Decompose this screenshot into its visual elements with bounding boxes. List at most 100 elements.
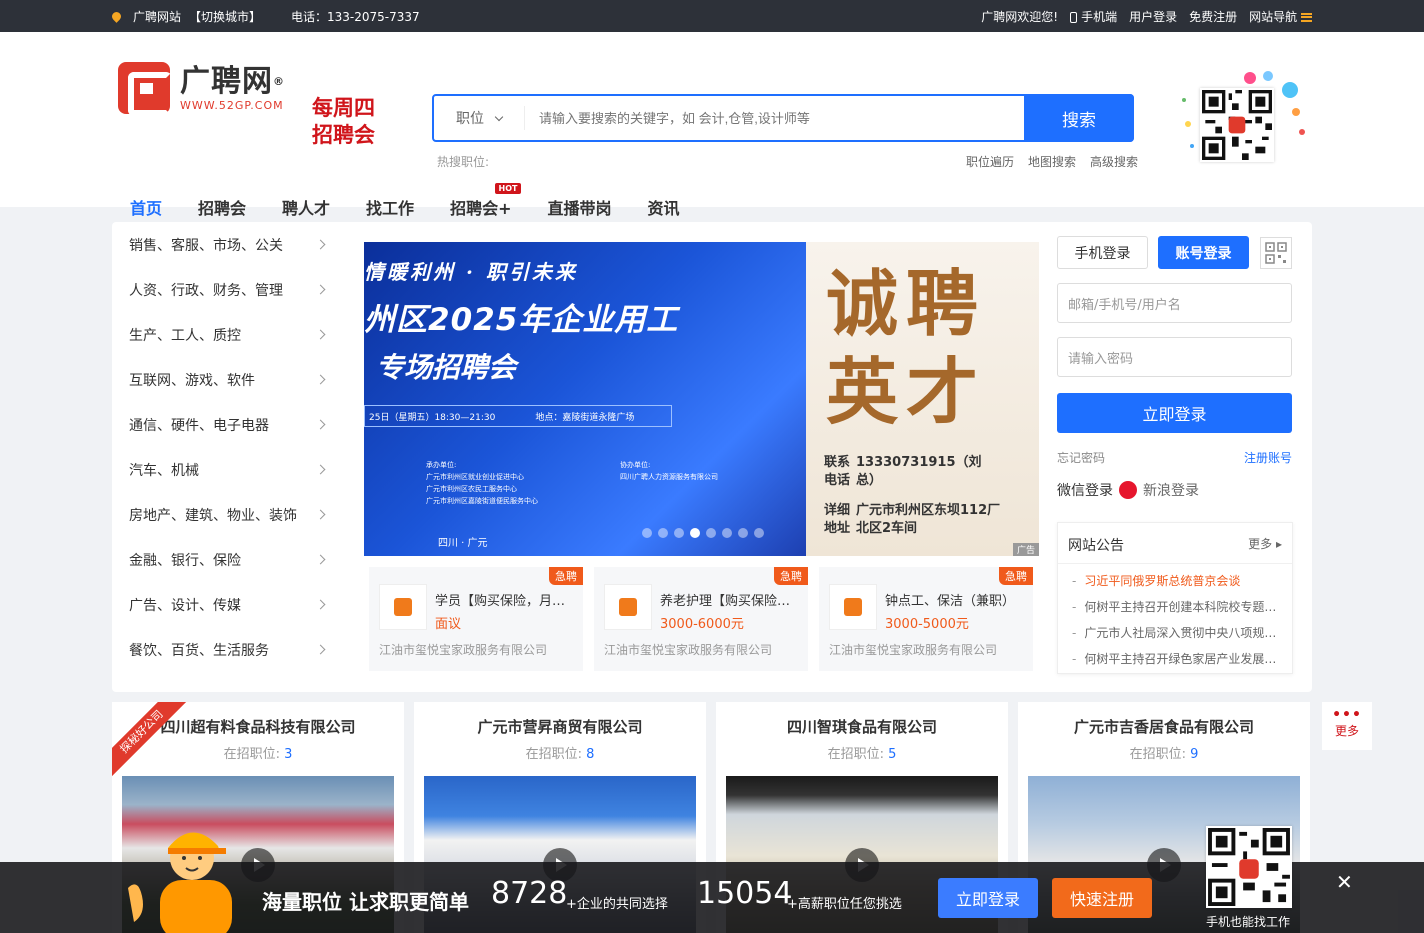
- job-title: 学员【购买保险，月休4天】: [435, 594, 575, 609]
- company-logo: [379, 584, 427, 630]
- job-browse-link[interactable]: 职位遍历: [966, 153, 1014, 170]
- header-qr-area: [1178, 68, 1308, 168]
- map-search-link[interactable]: 地图搜索: [1028, 153, 1076, 170]
- category-item[interactable]: 广告、设计、传媒: [112, 582, 342, 627]
- job-card[interactable]: 急聘 养老护理【购买保险，月休4天】 3000-6000元 江油市玺悦宝家政服务…: [594, 567, 808, 671]
- username-field[interactable]: 邮箱/手机号/用户名: [1057, 283, 1292, 323]
- carousel-dots: [642, 528, 764, 538]
- wechat-login-link[interactable]: 微信登录: [1057, 480, 1113, 500]
- ad-tag: 广告: [1012, 543, 1039, 556]
- chevron-right-icon: [315, 599, 326, 610]
- banner-co-host: 协办单位: 四川广聘人力资源服务有限公司: [620, 459, 718, 483]
- banner-carousel[interactable]: 情暖利州 · 职引未来 州区2025年企业用工 专场招聘会 25日（星期五）18…: [364, 242, 1039, 556]
- company-name: 广元市营昇商贸有限公司: [477, 718, 643, 736]
- count-label: 在招职位:: [1129, 747, 1186, 762]
- more-label: 更多: [1334, 724, 1359, 738]
- sina-login-link[interactable]: 新浪登录: [1143, 480, 1199, 500]
- more-companies-button[interactable]: ••• 更多: [1322, 702, 1372, 750]
- company-logo: [829, 584, 877, 630]
- category-item[interactable]: 餐饮、百货、生活服务: [112, 627, 342, 672]
- carousel-dot[interactable]: [674, 528, 684, 538]
- forgot-password-link[interactable]: 忘记密码: [1057, 449, 1105, 466]
- carousel-dot[interactable]: [642, 528, 652, 538]
- category-item[interactable]: 通信、硬件、电子电器: [112, 402, 342, 447]
- category-item[interactable]: 生产、工人、质控: [112, 312, 342, 357]
- carousel-dot[interactable]: [722, 528, 732, 538]
- header: 广聘网® WWW.52GP.COM 每周四 招聘会 职位 搜索 热搜职位: 职位…: [0, 32, 1424, 240]
- company-logo: [604, 584, 652, 630]
- search-category-label: 职位: [456, 111, 484, 127]
- count-label: 在招职位:: [827, 747, 884, 762]
- header-qr-code: [1200, 88, 1274, 162]
- site-nav-link[interactable]: 网站导航: [1249, 8, 1312, 25]
- search-input[interactable]: [524, 106, 1024, 130]
- count-label: 在招职位:: [525, 747, 582, 762]
- weibo-icon: [1119, 481, 1137, 499]
- promo-login-button[interactable]: 立即登录: [938, 878, 1038, 918]
- search-button[interactable]: 搜索: [1024, 94, 1134, 142]
- thursday-slogan: 每周四 招聘会: [312, 94, 375, 148]
- banner-recruit-ad: 诚聘英才 联系电话13330731915（刘总） 详细地址广元市利州区东坝112…: [806, 242, 1039, 556]
- qr-login-icon[interactable]: [1260, 236, 1292, 269]
- top-bar: 广聘网站 【切换城市】 电话：133-2075-7337 广聘网欢迎您! 手机端…: [0, 0, 1424, 32]
- notice-item[interactable]: 何树平主持召开绿色家居产业发展会议: [1072, 646, 1282, 672]
- main-panel: 销售、客服、市场、公关 人资、行政、财务、管理 生产、工人、质控 互联网、游戏、…: [112, 222, 1312, 692]
- banner-contact: 联系电话13330731915（刘总）: [824, 454, 986, 490]
- address-value: 广元市利州区东坝112厂北区2车间: [856, 503, 1001, 536]
- promo-register-button[interactable]: 快速注册: [1052, 878, 1152, 918]
- advanced-search-link[interactable]: 高级搜索: [1090, 153, 1138, 170]
- category-item[interactable]: 人资、行政、财务、管理: [112, 267, 342, 312]
- notice-item[interactable]: 广元市人社局深入贯彻中央八项规定精神: [1072, 620, 1282, 646]
- banner-line-3: 专场招聘会: [376, 351, 517, 384]
- phone-number: 电话：133-2075-7337: [291, 9, 420, 24]
- category-label: 通信、硬件、电子电器: [129, 417, 269, 434]
- chevron-right-icon: [315, 284, 326, 295]
- carousel-dot[interactable]: [754, 528, 764, 538]
- job-card[interactable]: 急聘 钟点工、保洁（兼职） 3000-5000元 江油市玺悦宝家政服务有限公司: [819, 567, 1033, 671]
- category-label: 互联网、游戏、软件: [129, 372, 255, 389]
- notice-item[interactable]: 何树平主持召开创建本科院校专题会议: [1072, 594, 1282, 620]
- banner-time-venue: 25日（星期五）18:30—21:30 地点：嘉陵街道永隆广场: [364, 405, 672, 427]
- chevron-right-icon: [315, 329, 326, 340]
- category-item[interactable]: 房地产、建筑、物业、装饰: [112, 492, 342, 537]
- bottom-qr-code: [1206, 826, 1292, 908]
- mobile-link[interactable]: 手机端: [1070, 8, 1117, 25]
- banner-time: 25日（星期五）18:30—21:30: [369, 412, 496, 423]
- carousel-dot-active[interactable]: [690, 528, 700, 538]
- company-job-count: 在招职位: 8: [414, 743, 706, 762]
- switch-city-link[interactable]: 【切换城市】: [189, 8, 261, 25]
- banner-line-1: 情暖利州 · 职引未来: [364, 260, 578, 284]
- category-item[interactable]: 互联网、游戏、软件: [112, 357, 342, 402]
- notice-item[interactable]: 习近平同俄罗斯总统普京会谈: [1072, 568, 1282, 594]
- free-register-link[interactable]: 免费注册: [1189, 8, 1237, 25]
- search-category-select[interactable]: 职位: [434, 96, 524, 140]
- category-item[interactable]: 销售、客服、市场、公关: [112, 222, 342, 267]
- mobile-label: 手机端: [1081, 9, 1118, 24]
- site-name: 广聘网站: [133, 9, 182, 24]
- banner-host: 承办单位: 广元市利州区就业创业促进中心 广元市利州区农民工服务中心 广元市利州…: [426, 459, 538, 507]
- site-logo[interactable]: 广聘网® WWW.52GP.COM: [118, 62, 285, 116]
- register-account-link[interactable]: 注册账号: [1244, 449, 1292, 466]
- close-icon[interactable]: ✕: [1336, 870, 1353, 894]
- category-item[interactable]: 汽车、机械: [112, 447, 342, 492]
- category-label: 汽车、机械: [129, 462, 199, 479]
- notice-more-link[interactable]: 更多 ▸: [1248, 535, 1282, 555]
- job-title: 养老护理【购买保险，月休4天】: [660, 594, 800, 609]
- password-field[interactable]: 请输入密码: [1057, 337, 1292, 377]
- user-login-link[interactable]: 用户登录: [1129, 8, 1177, 25]
- hot-search-label: 热搜职位:: [437, 155, 490, 169]
- tab-phone-login[interactable]: 手机登录: [1057, 236, 1148, 269]
- carousel-dot[interactable]: [738, 528, 748, 538]
- company-job-count: 在招职位: 9: [1018, 743, 1310, 762]
- carousel-dot[interactable]: [706, 528, 716, 538]
- hot-badge: HOT: [494, 183, 522, 194]
- job-title: 钟点工、保洁（兼职）: [885, 594, 1016, 609]
- job-card[interactable]: 急聘 学员【购买保险，月休4天】 面议 江油市玺悦宝家政服务有限公司: [369, 567, 583, 671]
- login-panel: 手机登录 账号登录 邮箱/手机号/用户名 请输入密码 立即登录 忘记密码 注册账…: [1057, 236, 1292, 500]
- tab-account-login[interactable]: 账号登录: [1158, 236, 1249, 269]
- notice-more-label: 更多: [1248, 537, 1273, 551]
- login-button[interactable]: 立即登录: [1057, 393, 1292, 433]
- banner-big-text: 诚聘英才: [826, 261, 987, 434]
- carousel-dot[interactable]: [658, 528, 668, 538]
- category-item[interactable]: 金融、银行、保险: [112, 537, 342, 582]
